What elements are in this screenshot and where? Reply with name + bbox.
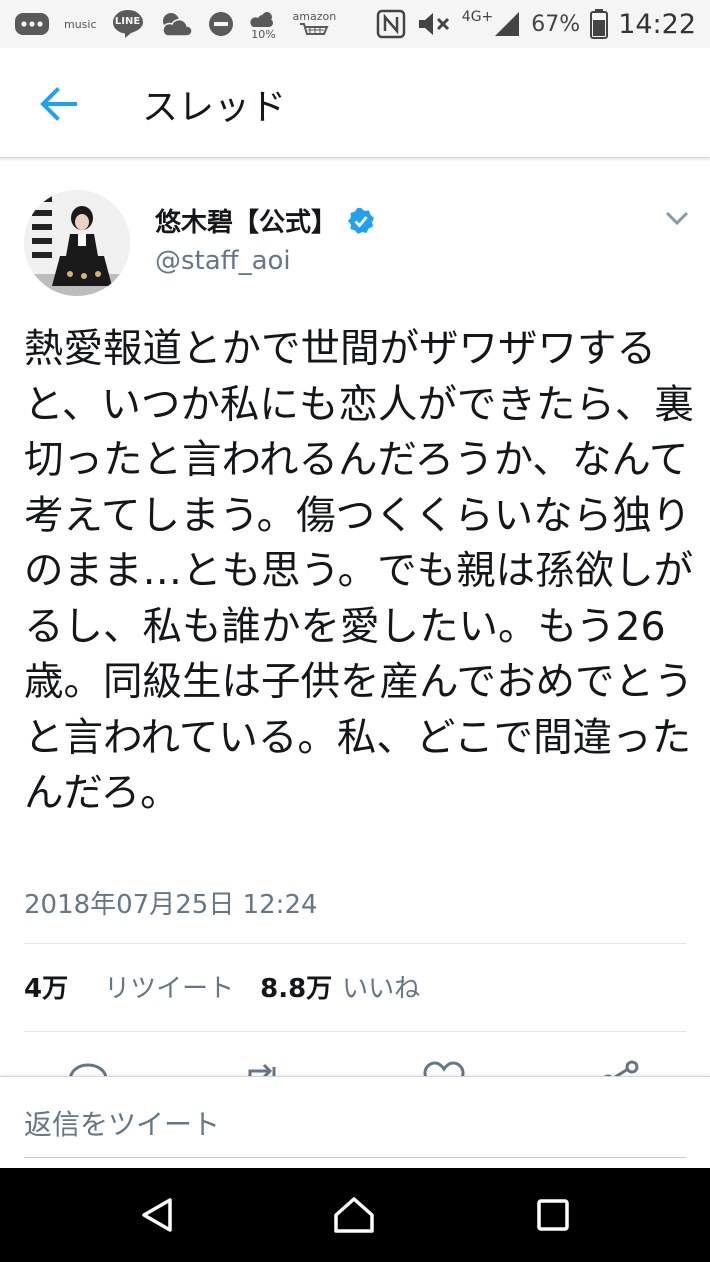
like-button[interactable]: [422, 1059, 466, 1076]
verified-badge-icon: [348, 207, 375, 234]
divider-top: [24, 943, 686, 944]
home-icon: [334, 1197, 374, 1233]
tweet-stats: 4万 リツイート 8.8万 いいね: [24, 968, 420, 1005]
recents-icon: [537, 1199, 569, 1231]
tweet-actions: [0, 1033, 710, 1076]
mute-icon: [416, 10, 452, 38]
reply-bar: 返信をツイート: [0, 1076, 710, 1168]
status-bar: music LINE 10% amazon 4G+ 67% 14:22: [0, 0, 710, 48]
weather-percent: 10%: [251, 27, 276, 41]
nfc-icon: [376, 9, 406, 39]
nav-back-button[interactable]: [134, 1192, 180, 1238]
author-name-row[interactable]: 悠木碧【公式】: [155, 202, 375, 239]
tweet-text: 熱愛報道とかで世間がザワザワすると、いつか私にも恋人ができたら、裏切ったと言われ…: [24, 326, 694, 816]
battery-percent: 67%: [531, 11, 581, 37]
avatar[interactable]: [24, 190, 130, 296]
back-button[interactable]: [30, 82, 86, 126]
signal-icon: 4G+: [461, 9, 522, 38]
share-button[interactable]: [598, 1059, 642, 1076]
display-name[interactable]: 悠木碧【公式】: [155, 202, 337, 239]
network-type: 4G+: [461, 9, 494, 25]
status-bar-system: 4G+ 67% 14:22: [376, 6, 696, 42]
chevron-down-icon: [665, 211, 689, 226]
reply-icon: [69, 1063, 108, 1076]
back-triangle-icon: [142, 1198, 172, 1232]
arrow-back-icon: [40, 87, 77, 121]
reply-button[interactable]: [66, 1059, 110, 1076]
tweet-menu-button[interactable]: [664, 208, 690, 228]
weather-cloud-icon: [159, 10, 193, 38]
menu-dots-icon: [14, 10, 50, 38]
amazon-icon: amazon: [292, 9, 337, 38]
tweet-timestamp: 2018年07月25日 12:24: [24, 890, 318, 920]
divider-bottom: [24, 1031, 686, 1032]
navigation-bar: [0, 1168, 710, 1262]
share-icon: [603, 1060, 639, 1076]
like-label[interactable]: いいね: [342, 968, 420, 1005]
reply-input[interactable]: 返信をツイート: [24, 1103, 220, 1143]
retweet-label[interactable]: リツイート: [104, 968, 234, 1005]
reply-input-underline: [24, 1157, 686, 1158]
clock: 14:22: [618, 8, 696, 40]
line-icon: LINE: [111, 8, 145, 40]
page-title: スレッド: [142, 87, 287, 128]
like-count[interactable]: 8.8万: [260, 968, 332, 1005]
nav-recents-button[interactable]: [530, 1192, 576, 1238]
line-label: LINE: [114, 16, 141, 27]
like-icon: [423, 1061, 465, 1076]
avatar-image: [24, 190, 130, 296]
weather-sun-icon: 10%: [249, 9, 279, 40]
do-not-disturb-icon: [207, 10, 235, 38]
retweet-count[interactable]: 4万: [24, 968, 68, 1005]
status-bar-notifications: music LINE 10% amazon: [14, 6, 336, 42]
amazon-label: amazon: [292, 9, 337, 23]
battery-icon: [590, 9, 609, 39]
app-bar: スレッド: [0, 48, 710, 158]
handle[interactable]: @staff_aoi: [155, 246, 291, 276]
nav-home-button[interactable]: [331, 1192, 377, 1238]
retweet-button[interactable]: [240, 1059, 284, 1076]
amazon-music-label: music: [64, 17, 97, 31]
amazon-music-icon: music: [64, 19, 97, 30]
retweet-icon: [248, 1063, 276, 1076]
